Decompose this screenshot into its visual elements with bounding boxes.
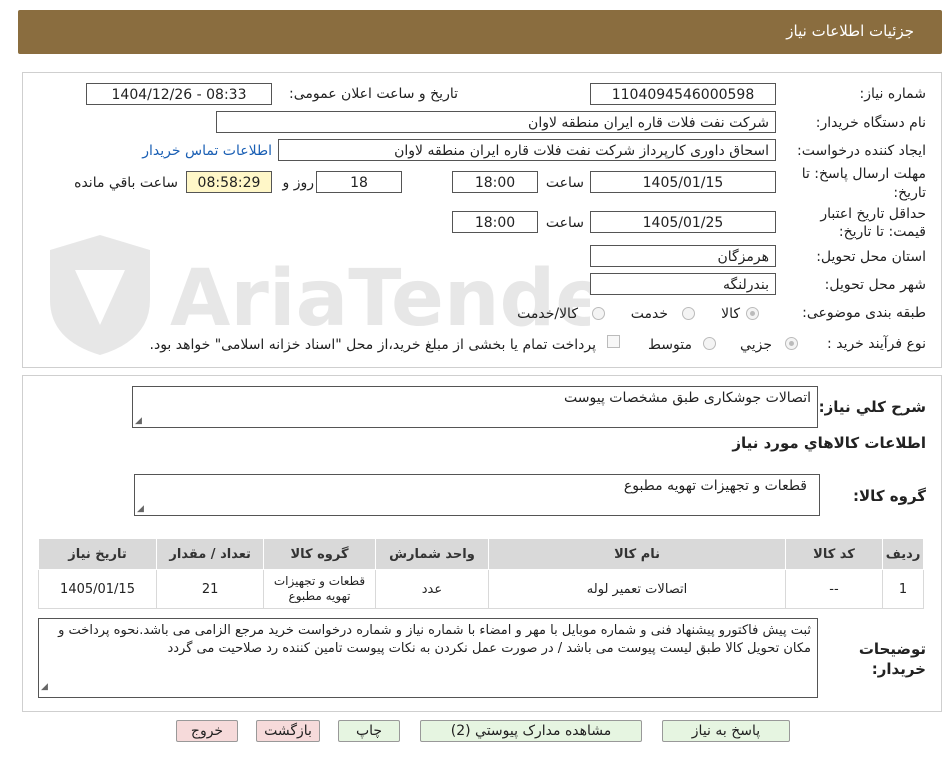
creator-field: اسحاق داوری کارپرداز شرکت نفت فلات قاره … xyxy=(278,139,776,161)
category-both-radio[interactable] xyxy=(592,307,605,320)
cell-qty: 21 xyxy=(156,569,265,609)
deadline-label-1: مهلت ارسال پاسخ: تا xyxy=(801,166,926,182)
deadline-time-field: 18:00 xyxy=(452,171,538,193)
buyer-org-field: شرکت نفت فلات قاره ایران منطقه لاوان xyxy=(216,111,776,133)
cell-code: -- xyxy=(784,569,884,609)
process-partial-radio[interactable] xyxy=(785,337,798,350)
col-unit: واحد شمارش xyxy=(374,538,490,570)
deadline-label-2: تاریخ: xyxy=(893,185,926,201)
resize-grip-icon[interactable]: ◢ xyxy=(41,678,48,696)
col-code: کد کالا xyxy=(784,538,884,570)
category-goods-label: کالا xyxy=(721,306,740,322)
announce-label: تاریخ و ساعت اعلان عمومی: xyxy=(289,86,458,102)
process-medium-radio[interactable] xyxy=(703,337,716,350)
province-field: هرمزگان xyxy=(590,245,776,267)
goods-group-textarea[interactable]: قطعات و تجهیزات تهویه مطبوع ◢ xyxy=(134,474,820,516)
print-button[interactable]: چاپ xyxy=(338,720,400,742)
category-service-label: خدمت xyxy=(630,306,668,322)
resize-grip-icon[interactable]: ◢ xyxy=(135,416,142,426)
reply-button[interactable]: پاسخ به نیاز xyxy=(662,720,790,742)
goods-group-label: گروه کالا: xyxy=(853,487,926,505)
goods-info-title: اطلاعات کالاهاي مورد نياز xyxy=(732,434,926,452)
creator-label: ایجاد کننده درخواست: xyxy=(797,143,926,159)
notes-text: ثبت پیش فاکتورو پیشنهاد فنی و شماره موبا… xyxy=(58,623,811,656)
col-date: تاریخ نیاز xyxy=(37,538,158,570)
goods-group-text: قطعات و تجهیزات تهویه مطبوع xyxy=(623,478,807,494)
col-row: رديف xyxy=(882,538,924,570)
col-qty: تعداد / مقدار xyxy=(156,538,265,570)
page-title: جزئیات اطلاعات نیاز xyxy=(786,22,914,40)
notes-label-1: توضیحات xyxy=(858,640,926,658)
table-row: 1 -- اتصالات تعمیر لوله عدد قطعات و تجهی… xyxy=(37,569,924,609)
city-label: شهر محل تحویل: xyxy=(824,277,926,293)
validity-date-field: 1405/01/25 xyxy=(590,211,776,233)
validity-time-label: ساعت xyxy=(545,215,584,231)
table-header-row: رديف کد کالا نام کالا واحد شمارش گروه کا… xyxy=(37,538,924,570)
process-partial-label: جزیي xyxy=(740,337,772,353)
description-text: اتصالات جوشکاری طبق مشخصات پیوست xyxy=(564,390,811,406)
remaining-time-field: 08:58:29 xyxy=(186,171,272,193)
col-group: گروه کالا xyxy=(263,538,376,570)
announce-field: 1404/12/26 - 08:33 xyxy=(86,83,272,105)
treasury-checkbox[interactable] xyxy=(607,335,620,348)
buyer-contact-link[interactable]: اطلاعات تماس خریدار xyxy=(142,143,272,159)
category-service-radio[interactable] xyxy=(682,307,695,320)
cell-row: 1 xyxy=(882,569,924,609)
goods-table: رديف کد کالا نام کالا واحد شمارش گروه کا… xyxy=(37,538,924,609)
category-both-label: کالا/خدمت xyxy=(517,306,578,322)
days-field: 18 xyxy=(316,171,402,193)
page-header: جزئیات اطلاعات نیاز xyxy=(18,10,942,54)
notes-textarea[interactable]: ثبت پیش فاکتورو پیشنهاد فنی و شماره موبا… xyxy=(38,618,818,698)
description-label: شرح کلي نیاز: xyxy=(818,398,926,416)
description-textarea[interactable]: اتصالات جوشکاری طبق مشخصات پیوست ◢ xyxy=(132,386,818,428)
validity-label-1: حداقل تاریخ اعتبار xyxy=(820,206,926,222)
deadline-date-field: 1405/01/15 xyxy=(590,171,776,193)
col-name: نام کالا xyxy=(488,538,786,570)
cell-date: 1405/01/15 xyxy=(37,569,158,609)
need-number-field: 1104094546000598 xyxy=(590,83,776,105)
cell-group: قطعات و تجهیزات تهویه مطبوع xyxy=(263,569,376,609)
city-field: بندرلنگه xyxy=(590,273,776,295)
cell-unit: عدد xyxy=(374,569,490,609)
cell-name: اتصالات تعمیر لوله xyxy=(488,569,786,609)
back-button[interactable]: بازگشت xyxy=(256,720,320,742)
category-goods-radio[interactable] xyxy=(746,307,759,320)
process-label: نوع فرآیند خرید : xyxy=(827,336,926,352)
process-medium-label: متوسط xyxy=(648,337,692,353)
province-label: استان محل تحویل: xyxy=(816,249,926,265)
notes-label-2: خریدار: xyxy=(871,660,926,678)
validity-time-field: 18:00 xyxy=(452,211,538,233)
attachments-button[interactable]: مشاهده مدارک پیوستي (2) xyxy=(420,720,642,742)
need-number-label: شماره نیاز: xyxy=(859,86,927,102)
buyer-org-label: نام دستگاه خریدار: xyxy=(815,115,926,131)
remaining-label: ساعت باقي مانده xyxy=(74,175,178,191)
category-label: طبقه بندی موضوعی: xyxy=(802,305,926,321)
payment-note: پرداخت تمام یا بخشی از مبلغ خرید،از محل … xyxy=(149,337,596,353)
exit-button[interactable]: خروج xyxy=(176,720,238,742)
deadline-time-label: ساعت xyxy=(545,175,584,191)
days-label: روز و xyxy=(282,175,315,191)
validity-label-2: قیمت: تا تاریخ: xyxy=(838,224,926,240)
resize-grip-icon[interactable]: ◢ xyxy=(137,504,144,514)
